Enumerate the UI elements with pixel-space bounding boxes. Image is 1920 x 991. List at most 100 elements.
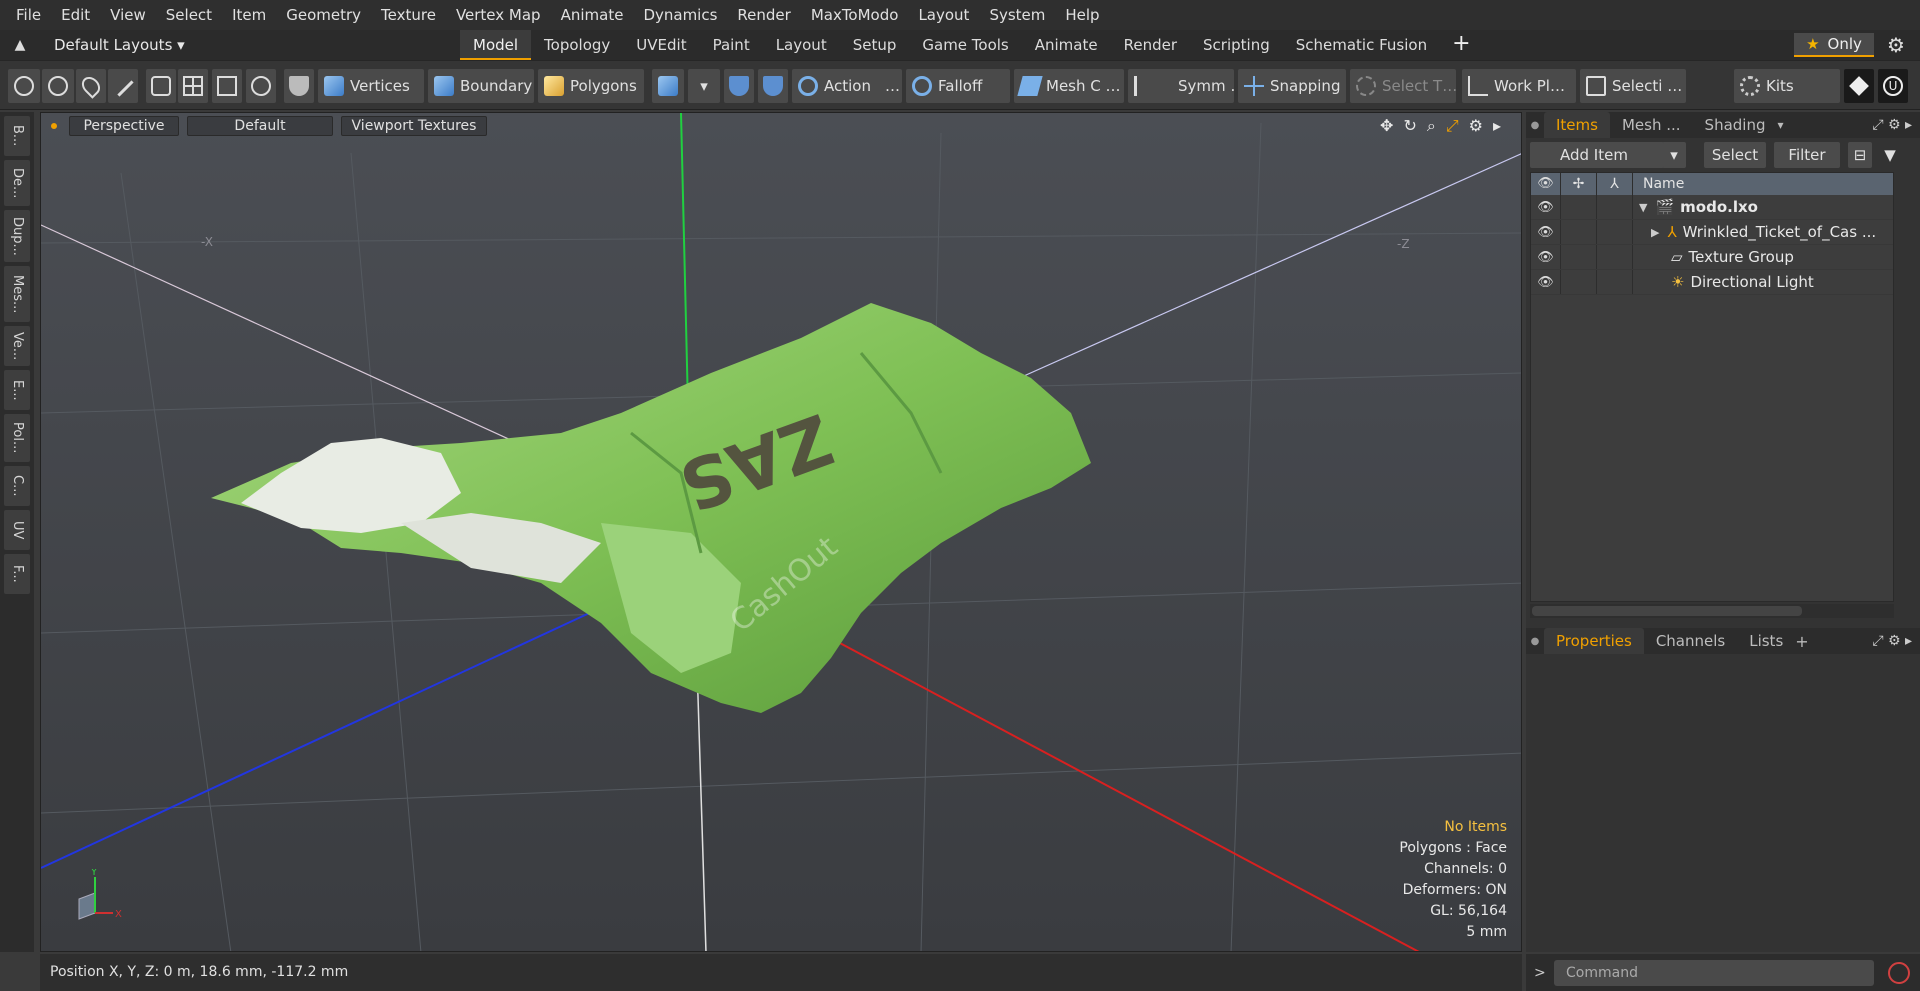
- selection-sets-button[interactable]: Selecti …: [1580, 69, 1686, 103]
- scrollbar-thumb[interactable]: [1532, 606, 1802, 616]
- viewport-expand-icon[interactable]: ▸: [1493, 116, 1501, 136]
- menu-view[interactable]: View: [100, 0, 156, 30]
- collapse-triangle-icon[interactable]: ▶: [1651, 226, 1659, 239]
- filter-button[interactable]: Filter: [1774, 142, 1840, 168]
- panel-dot-icon[interactable]: ●: [1526, 120, 1544, 131]
- side-tab-mesh[interactable]: Mes...: [4, 266, 30, 322]
- grid-button[interactable]: [178, 69, 208, 103]
- select-circle-button[interactable]: [8, 69, 40, 103]
- gear-icon[interactable]: ⚙: [1884, 33, 1908, 57]
- name-column-header[interactable]: Name: [1633, 176, 1684, 192]
- viewport-menu-dot-icon[interactable]: [51, 123, 57, 129]
- tab-items[interactable]: Items: [1544, 112, 1610, 138]
- tab-properties[interactable]: Properties: [1544, 628, 1644, 654]
- tabs-more-chevron-icon[interactable]: ▾: [1777, 118, 1783, 132]
- expand-triangle-icon[interactable]: ▼: [1639, 201, 1647, 214]
- side-tab-duplicate[interactable]: Dup...: [4, 210, 30, 262]
- eye-icon[interactable]: 👁: [1531, 195, 1561, 219]
- side-tab-fusion[interactable]: F...: [4, 554, 30, 594]
- eye-icon[interactable]: 👁: [1531, 245, 1561, 269]
- kits-button[interactable]: Kits: [1734, 69, 1840, 103]
- tab-model[interactable]: Model: [460, 30, 532, 60]
- unreal-button[interactable]: U: [1878, 69, 1908, 103]
- panel-maximize-icon[interactable]: ⤢ ⚙ ▸: [1872, 633, 1920, 649]
- add-tab-plus-icon[interactable]: +: [1795, 632, 1808, 651]
- 3d-viewport[interactable]: ZAS CashOut Perspective Default Viewport…: [40, 112, 1522, 952]
- side-tab-vertex[interactable]: Ve...: [4, 326, 30, 366]
- menu-system[interactable]: System: [979, 0, 1055, 30]
- tab-schematic-fusion[interactable]: Schematic Fusion: [1283, 30, 1440, 60]
- add-tab-plus-icon[interactable]: +: [1440, 30, 1482, 60]
- funnel-icon[interactable]: ▼: [1880, 142, 1900, 168]
- symmetry-shield-button[interactable]: [724, 69, 754, 103]
- menu-geometry[interactable]: Geometry: [276, 0, 371, 30]
- menu-animate[interactable]: Animate: [551, 0, 634, 30]
- menu-render[interactable]: Render: [727, 0, 800, 30]
- snapping-button[interactable]: Snapping: [1238, 69, 1346, 103]
- move-view-icon[interactable]: ✥: [1380, 116, 1393, 136]
- item-mode-button[interactable]: [652, 69, 684, 103]
- menu-item[interactable]: Item: [222, 0, 276, 30]
- zoom-view-icon[interactable]: ⌕: [1427, 116, 1436, 136]
- tab-uvedit[interactable]: UVEdit: [623, 30, 699, 60]
- slice-button[interactable]: [246, 69, 276, 103]
- tree-row-scene[interactable]: 👁 ▼ 🎬 modo.lxo: [1531, 195, 1893, 220]
- tab-lists[interactable]: Lists: [1737, 628, 1795, 654]
- side-tab-deform[interactable]: De...: [4, 160, 30, 206]
- tab-setup[interactable]: Setup: [840, 30, 910, 60]
- select-button[interactable]: Select: [1704, 142, 1766, 168]
- tab-shading[interactable]: Shading: [1693, 112, 1778, 138]
- perspective-dropdown[interactable]: Perspective: [69, 116, 179, 136]
- side-tab-basic[interactable]: B...: [4, 116, 30, 156]
- menu-vertex-map[interactable]: Vertex Map: [446, 0, 551, 30]
- maximize-view-icon[interactable]: ⤢: [1446, 116, 1459, 136]
- select-through-button[interactable]: Select T…: [1350, 69, 1456, 103]
- modo-cube-button[interactable]: [1844, 69, 1874, 103]
- menu-file[interactable]: File: [6, 0, 51, 30]
- menu-help[interactable]: Help: [1055, 0, 1109, 30]
- command-input[interactable]: Command: [1554, 960, 1874, 986]
- tab-layout[interactable]: Layout: [763, 30, 840, 60]
- only-button[interactable]: ★ Only: [1794, 33, 1874, 57]
- tab-paint[interactable]: Paint: [700, 30, 763, 60]
- tab-scripting[interactable]: Scripting: [1190, 30, 1283, 60]
- edge-button[interactable]: [146, 69, 176, 103]
- tab-channels[interactable]: Channels: [1644, 628, 1737, 654]
- panel-dot-icon[interactable]: ●: [1526, 636, 1544, 647]
- frame-button[interactable]: [212, 69, 242, 103]
- shield-button[interactable]: [284, 69, 314, 103]
- mesh-constraints-button[interactable]: Mesh C …: [1014, 69, 1124, 103]
- menu-edit[interactable]: Edit: [51, 0, 100, 30]
- brush-button[interactable]: [108, 69, 138, 103]
- menu-layout[interactable]: Layout: [908, 0, 979, 30]
- falloff-button[interactable]: Falloff: [906, 69, 1010, 103]
- rotate-view-icon[interactable]: ↻: [1403, 116, 1416, 136]
- menu-maxtomodo[interactable]: MaxToModo: [801, 0, 909, 30]
- shading-dropdown[interactable]: Default: [187, 116, 333, 136]
- viewport-textures-dropdown[interactable]: Viewport Textures: [341, 116, 487, 136]
- tree-row-mesh[interactable]: 👁 ▶ ⅄ Wrinkled_Ticket_of_Cas ...: [1531, 220, 1893, 245]
- default-layouts-dropdown[interactable]: Default Layouts ▾: [40, 30, 190, 60]
- collapse-icon[interactable]: ⊟: [1848, 142, 1872, 168]
- record-icon[interactable]: [1888, 962, 1910, 984]
- globe-button[interactable]: [42, 69, 74, 103]
- workplane-button[interactable]: Work Pl…: [1462, 69, 1576, 103]
- layouts-collapse-icon[interactable]: ▲: [0, 30, 40, 60]
- tab-render[interactable]: Render: [1111, 30, 1190, 60]
- eye-icon[interactable]: 👁: [1531, 270, 1561, 294]
- tree-row-directional-light[interactable]: 👁 ☀ Directional Light: [1531, 270, 1893, 295]
- menu-texture[interactable]: Texture: [371, 0, 446, 30]
- tab-topology[interactable]: Topology: [531, 30, 623, 60]
- polygons-button[interactable]: Polygons: [538, 69, 644, 103]
- side-tab-polygon[interactable]: Pol...: [4, 414, 30, 462]
- tree-horizontal-scrollbar[interactable]: [1530, 604, 1894, 618]
- menu-dynamics[interactable]: Dynamics: [633, 0, 727, 30]
- vertices-button[interactable]: Vertices: [318, 69, 424, 103]
- mode-dropdown[interactable]: ▾: [688, 69, 720, 103]
- tree-row-texture-group[interactable]: 👁 ▱ Texture Group: [1531, 245, 1893, 270]
- tab-game-tools[interactable]: Game Tools: [909, 30, 1021, 60]
- side-tab-uv[interactable]: UV: [4, 510, 30, 550]
- action-center-button[interactable]: Action…: [792, 69, 902, 103]
- tab-mesh[interactable]: Mesh ...: [1610, 112, 1693, 138]
- viewport-gear-icon[interactable]: ⚙: [1469, 116, 1483, 136]
